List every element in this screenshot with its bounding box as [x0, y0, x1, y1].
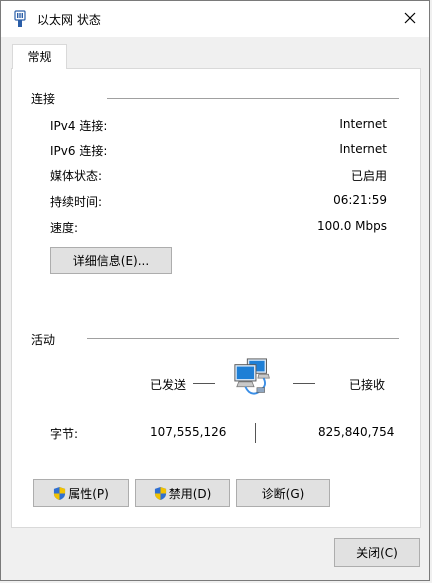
shield-icon	[154, 486, 166, 500]
received-dash	[293, 383, 315, 384]
tab-general[interactable]: 常规	[12, 44, 67, 69]
diagnose-button[interactable]: 诊断(G)	[236, 479, 330, 507]
connection-group-line	[107, 98, 399, 99]
activity-group-label: 活动	[31, 331, 60, 348]
properties-button[interactable]: 属性(P)	[33, 479, 129, 507]
ipv4-connection-value: Internet	[339, 117, 387, 131]
duration-label: 持续时间:	[50, 195, 103, 209]
bytes-received-value: 825,840,754	[318, 425, 395, 439]
disable-button[interactable]: 禁用(D)	[135, 479, 230, 507]
shield-icon	[54, 486, 66, 500]
title-bar: 以太网 状态	[1, 1, 429, 37]
media-state-value: 已启用	[350, 169, 387, 183]
window-title: 以太网 状态	[37, 13, 101, 27]
sent-dash	[193, 383, 215, 384]
network-computers-icon	[234, 358, 270, 395]
disable-button-label: 禁用(D)	[168, 486, 212, 501]
ipv6-connection-label: IPv6 连接:	[50, 144, 108, 158]
sent-label: 已发送	[150, 378, 187, 392]
speed-value: 100.0 Mbps	[316, 219, 387, 233]
activity-group-line	[87, 338, 399, 339]
bytes-sent-value: 107,555,126	[150, 425, 227, 439]
general-tab-panel: 连接 IPv4 连接: Internet IPv6 连接: Internet 媒…	[11, 68, 421, 528]
received-label: 已接收	[349, 378, 386, 392]
details-button[interactable]: 详细信息(E)...	[50, 247, 172, 274]
ethernet-status-dialog: 以太网 状态 常规 连接 IPv4 连接: Internet IPv6 连接: …	[0, 0, 430, 581]
duration-value: 06:21:59	[333, 193, 387, 207]
bytes-label: 字节:	[50, 427, 79, 441]
properties-button-label: 属性(P)	[68, 486, 109, 501]
media-state-label: 媒体状态:	[50, 169, 103, 183]
connection-group-label: 连接	[31, 90, 60, 107]
ipv6-connection-value: Internet	[339, 142, 387, 156]
close-icon[interactable]	[401, 9, 419, 27]
bytes-divider	[255, 423, 256, 443]
network-adapter-icon	[14, 10, 26, 27]
close-button[interactable]: 关闭(C)	[334, 538, 420, 567]
speed-label: 速度:	[50, 221, 79, 235]
ipv4-connection-label: IPv4 连接:	[50, 119, 108, 133]
